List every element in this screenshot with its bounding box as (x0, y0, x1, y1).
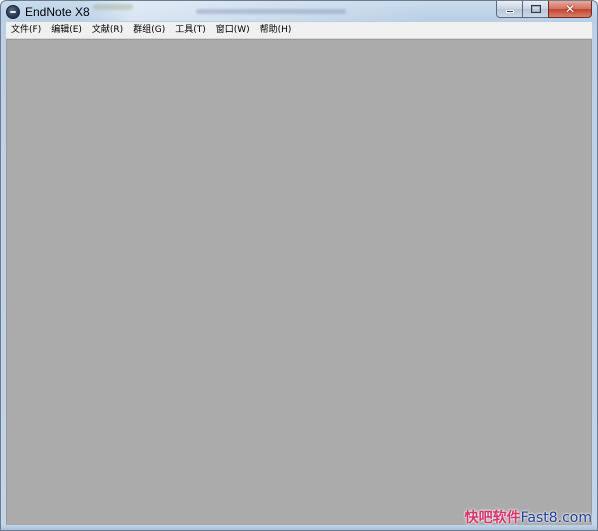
menu-references[interactable]: 文献(R) (87, 22, 128, 38)
menu-edit[interactable]: 编辑(E) (46, 22, 87, 38)
menu-file[interactable]: 文件(F) (6, 22, 46, 38)
window-title: EndNote X8 (25, 5, 90, 19)
close-icon: ✕ (564, 2, 576, 16)
minimize-button[interactable] (496, 1, 522, 18)
minimize-icon (506, 10, 514, 13)
close-button[interactable]: ✕ (548, 1, 592, 18)
app-window: EndNote X8 ✕ 文件(F) 编辑(E) 文献(R) 群组(G) 工具(… (0, 0, 598, 531)
caption-buttons: ✕ (496, 1, 592, 19)
watermark-cn-text: 快吧软件 (464, 510, 521, 526)
menu-window[interactable]: 窗口(W) (211, 22, 255, 38)
menu-help[interactable]: 帮助(H) (255, 22, 297, 38)
title-bar[interactable]: EndNote X8 ✕ (1, 1, 597, 23)
mdi-client-area[interactable] (6, 39, 592, 526)
maximize-icon (531, 5, 541, 13)
watermark-en-text: Fast8.com (520, 510, 592, 526)
watermark: 快吧软件Fast8.com (465, 507, 592, 527)
maximize-button[interactable] (522, 1, 548, 18)
menu-bar: 文件(F) 编辑(E) 文献(R) 群组(G) 工具(T) 窗口(W) 帮助(H… (6, 22, 592, 39)
menu-tools[interactable]: 工具(T) (170, 22, 211, 38)
endnote-icon[interactable] (6, 5, 20, 19)
menu-groups[interactable]: 群组(G) (128, 22, 170, 38)
